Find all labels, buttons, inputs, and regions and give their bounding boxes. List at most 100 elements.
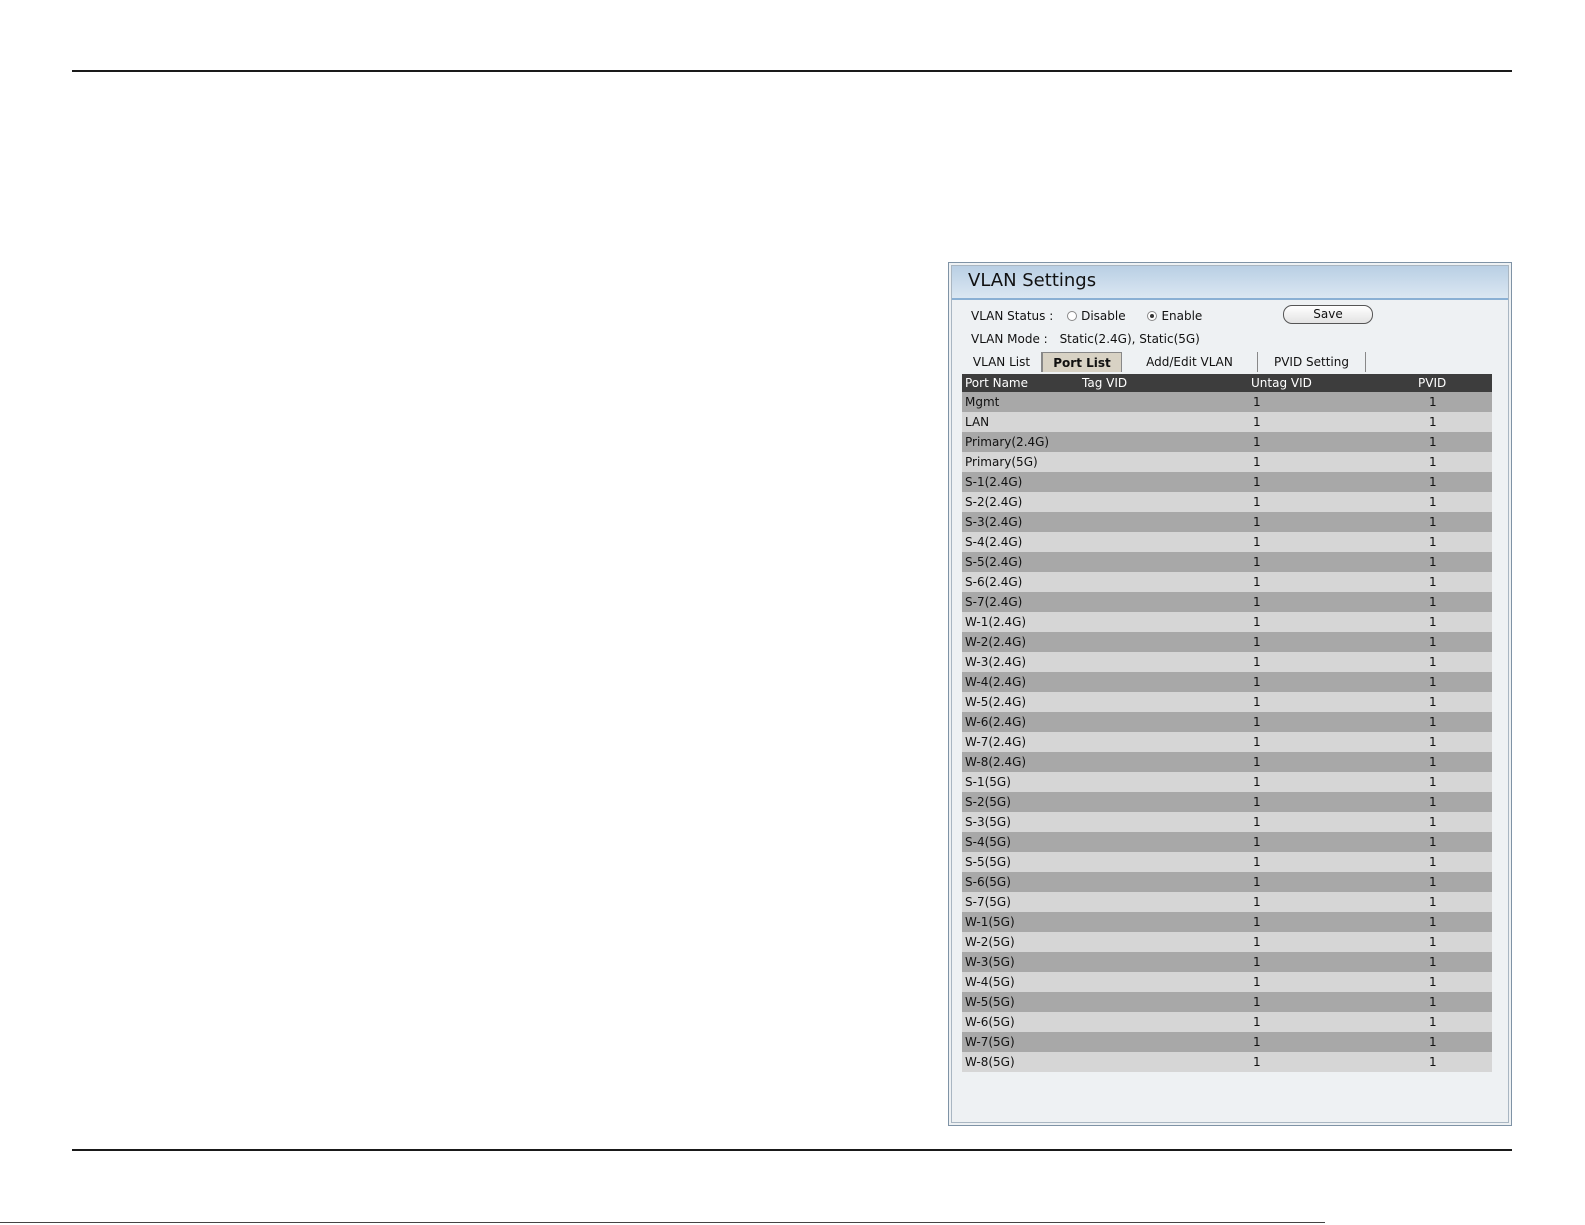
port-name-cell: W-1(2.4G)	[965, 615, 1027, 629]
table-row[interactable]: S-4(5G) 1 1	[962, 832, 1492, 852]
port-name-cell: W-5(2.4G)	[965, 695, 1027, 709]
header-untag-vid: Untag VID	[1251, 376, 1312, 390]
port-name-cell: S-2(5G)	[965, 795, 1011, 809]
enable-label[interactable]: Enable	[1161, 309, 1202, 323]
port-name-cell: S-4(5G)	[965, 835, 1011, 849]
header-tag-vid: Tag VID	[1082, 376, 1128, 390]
pvid-cell: 1	[1429, 655, 1437, 669]
pvid-cell: 1	[1429, 1015, 1437, 1029]
untag-vid-cell: 1	[1253, 675, 1261, 689]
footer-line	[0, 1222, 1325, 1223]
port-name-cell: S-5(5G)	[965, 855, 1011, 869]
table-row[interactable]: S-5(5G) 1 1	[962, 852, 1492, 872]
port-name-cell: S-7(2.4G)	[965, 595, 1023, 609]
tab-vlan-list[interactable]: VLAN List	[962, 352, 1042, 372]
table-row[interactable]: S-1(5G) 1 1	[962, 772, 1492, 792]
table-row[interactable]: Primary(2.4G) 1 1	[962, 432, 1492, 452]
table-row[interactable]: W-5(5G) 1 1	[962, 992, 1492, 1012]
table-row[interactable]: S-5(2.4G) 1 1	[962, 552, 1492, 572]
table-row[interactable]: Primary(5G) 1 1	[962, 452, 1492, 472]
tab-port-list[interactable]: Port List	[1042, 352, 1122, 372]
table-body: Mgmt 1 1 LAN 1 1 Primary(2.4G) 1 1 Primary(5G) 1 1 S…	[962, 392, 1492, 1072]
table-row[interactable]: S-6(5G) 1 1	[962, 872, 1492, 892]
vlan-settings-panel: VLAN Settings VLAN Status : Disable Enab…	[948, 262, 1512, 1126]
pvid-cell: 1	[1429, 755, 1437, 769]
table-row[interactable]: W-6(2.4G) 1 1	[962, 712, 1492, 732]
enable-radio[interactable]	[1147, 311, 1158, 321]
table-row[interactable]: W-3(2.4G) 1 1	[962, 652, 1492, 672]
table-row[interactable]: S-1(2.4G) 1 1	[962, 472, 1492, 492]
untag-vid-cell: 1	[1253, 755, 1261, 769]
table-row[interactable]: S-7(2.4G) 1 1	[962, 592, 1492, 612]
untag-vid-cell: 1	[1253, 475, 1261, 489]
pvid-cell: 1	[1429, 495, 1437, 509]
pvid-cell: 1	[1429, 775, 1437, 789]
pvid-cell: 1	[1429, 815, 1437, 829]
untag-vid-cell: 1	[1253, 535, 1261, 549]
untag-vid-cell: 1	[1253, 875, 1261, 889]
port-name-cell: S-4(2.4G)	[965, 535, 1023, 549]
pvid-cell: 1	[1429, 475, 1437, 489]
untag-vid-cell: 1	[1253, 775, 1261, 789]
pvid-cell: 1	[1429, 875, 1437, 889]
table-row[interactable]: W-1(5G) 1 1	[962, 912, 1492, 932]
table-row[interactable]: W-2(2.4G) 1 1	[962, 632, 1492, 652]
bottom-divider	[72, 1149, 1512, 1151]
pvid-cell: 1	[1429, 455, 1437, 469]
port-name-cell: W-7(2.4G)	[965, 735, 1027, 749]
table-row[interactable]: S-2(2.4G) 1 1	[962, 492, 1492, 512]
tab-add-edit-vlan[interactable]: Add/Edit VLAN	[1122, 352, 1258, 372]
table-row[interactable]: S-6(2.4G) 1 1	[962, 572, 1492, 592]
table-row[interactable]: S-7(5G) 1 1	[962, 892, 1492, 912]
save-button[interactable]: Save	[1283, 305, 1373, 324]
table-row[interactable]: Mgmt 1 1	[962, 392, 1492, 412]
table-row[interactable]: LAN 1 1	[962, 412, 1492, 432]
disable-label[interactable]: Disable	[1081, 309, 1126, 323]
table-row[interactable]: S-3(2.4G) 1 1	[962, 512, 1492, 532]
port-name-cell: W-3(5G)	[965, 955, 1015, 969]
port-name-cell: S-3(5G)	[965, 815, 1011, 829]
untag-vid-cell: 1	[1253, 835, 1261, 849]
pvid-cell: 1	[1429, 535, 1437, 549]
port-name-cell: W-8(5G)	[965, 1055, 1015, 1069]
untag-vid-cell: 1	[1253, 455, 1261, 469]
table-row[interactable]: W-8(2.4G) 1 1	[962, 752, 1492, 772]
untag-vid-cell: 1	[1253, 495, 1261, 509]
untag-vid-cell: 1	[1253, 855, 1261, 869]
untag-vid-cell: 1	[1253, 595, 1261, 609]
vlan-mode-label: VLAN Mode :	[971, 332, 1048, 346]
port-name-cell: S-6(5G)	[965, 875, 1011, 889]
port-name-cell: S-6(2.4G)	[965, 575, 1023, 589]
tab-pvid-setting[interactable]: PVID Setting	[1258, 352, 1366, 372]
untag-vid-cell: 1	[1253, 615, 1261, 629]
panel-header: VLAN Settings	[952, 266, 1508, 300]
untag-vid-cell: 1	[1253, 555, 1261, 569]
table-row[interactable]: W-4(2.4G) 1 1	[962, 672, 1492, 692]
pvid-cell: 1	[1429, 955, 1437, 969]
pvid-cell: 1	[1429, 855, 1437, 869]
pvid-cell: 1	[1429, 1035, 1437, 1049]
table-row[interactable]: S-3(5G) 1 1	[962, 812, 1492, 832]
vlan-mode-row: VLAN Mode : Static(2.4G), Static(5G)	[971, 332, 1200, 346]
table-row[interactable]: W-4(5G) 1 1	[962, 972, 1492, 992]
pvid-cell: 1	[1429, 395, 1437, 409]
table-row[interactable]: W-3(5G) 1 1	[962, 952, 1492, 972]
port-name-cell: LAN	[965, 415, 990, 429]
table-row[interactable]: W-6(5G) 1 1	[962, 1012, 1492, 1032]
table-row[interactable]: S-2(5G) 1 1	[962, 792, 1492, 812]
port-name-cell: W-5(5G)	[965, 995, 1015, 1009]
port-name-cell: S-1(5G)	[965, 775, 1011, 789]
table-row[interactable]: W-2(5G) 1 1	[962, 932, 1492, 952]
port-list-table: Port Name Tag VID Untag VID PVID Mgmt 1 1 L…	[962, 374, 1492, 1072]
table-row[interactable]: W-8(5G) 1 1	[962, 1052, 1492, 1072]
untag-vid-cell: 1	[1253, 395, 1261, 409]
port-name-cell: W-6(5G)	[965, 1015, 1015, 1029]
table-row[interactable]: W-7(2.4G) 1 1	[962, 732, 1492, 752]
table-row[interactable]: S-4(2.4G) 1 1	[962, 532, 1492, 552]
pvid-cell: 1	[1429, 615, 1437, 629]
disable-radio[interactable]	[1067, 311, 1078, 321]
table-row[interactable]: W-5(2.4G) 1 1	[962, 692, 1492, 712]
table-row[interactable]: W-1(2.4G) 1 1	[962, 612, 1492, 632]
table-row[interactable]: W-7(5G) 1 1	[962, 1032, 1492, 1052]
untag-vid-cell: 1	[1253, 1015, 1261, 1029]
